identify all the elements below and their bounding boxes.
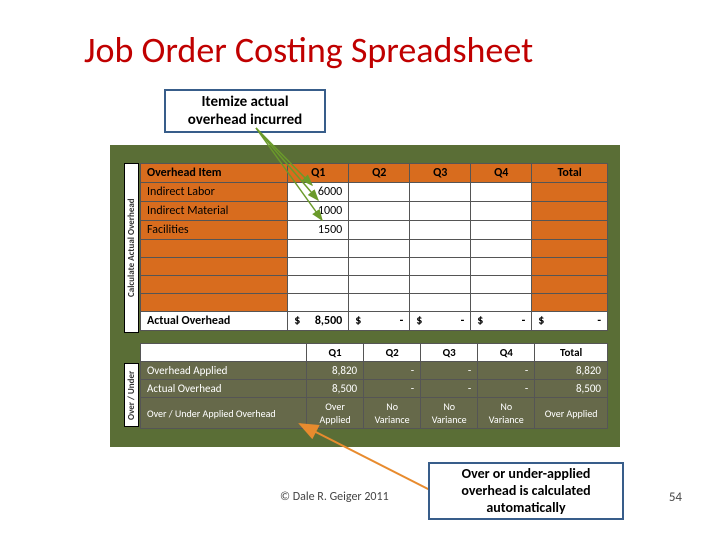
th2-q3: Q3 xyxy=(421,344,478,362)
table-row xyxy=(141,240,608,258)
th-q4: Q4 xyxy=(471,164,532,183)
table-row: Indirect Material 1000 xyxy=(141,202,608,221)
over-under-footer: Over / Under Applied Overhead Over Appli… xyxy=(141,398,608,429)
actual-overhead-row: Actual Overhead $8,500 $- $- $- $- xyxy=(141,312,608,331)
callout-over-under: Over or under-applied overhead is calcul… xyxy=(428,462,624,520)
th2-q4: Q4 xyxy=(478,344,535,362)
table-row xyxy=(141,276,608,294)
vlabel-over-under: Over / Under xyxy=(124,363,139,427)
th-q1: Q1 xyxy=(288,164,349,183)
th2-total: Total xyxy=(535,344,608,362)
table-row xyxy=(141,258,608,276)
vlabel-actual-overhead: Calculate Actual Overhead xyxy=(124,163,139,333)
slide-title: Job Order Costing Spreadsheet xyxy=(84,28,533,72)
page-number: 54 xyxy=(669,490,682,505)
callout-itemize: Itemize actual overhead incurred xyxy=(164,89,326,133)
table-row: Actual Overhead 8,500 - - - 8,500 xyxy=(141,380,608,398)
table-row xyxy=(141,294,608,312)
th-item: Overhead Item xyxy=(141,164,288,183)
over-under-table: Q1 Q2 Q3 Q4 Total Overhead Applied 8,820… xyxy=(140,343,608,429)
th2-q2: Q2 xyxy=(364,344,421,362)
table-row: Overhead Applied 8,820 - - - 8,820 xyxy=(141,362,608,380)
th-total: Total xyxy=(532,164,608,183)
spreadsheet-panel: Calculate Actual Overhead Over / Under O… xyxy=(110,145,620,447)
th-q2: Q2 xyxy=(349,164,410,183)
table-row: Indirect Labor 6000 xyxy=(141,183,608,202)
overhead-items-table: Overhead Item Q1 Q2 Q3 Q4 Total Indirect… xyxy=(140,163,608,331)
th2-q1: Q1 xyxy=(307,344,364,362)
copyright-text: © Dale R. Geiger 2011 xyxy=(280,490,389,504)
th-q3: Q3 xyxy=(410,164,471,183)
table-row: Facilities 1500 xyxy=(141,221,608,240)
